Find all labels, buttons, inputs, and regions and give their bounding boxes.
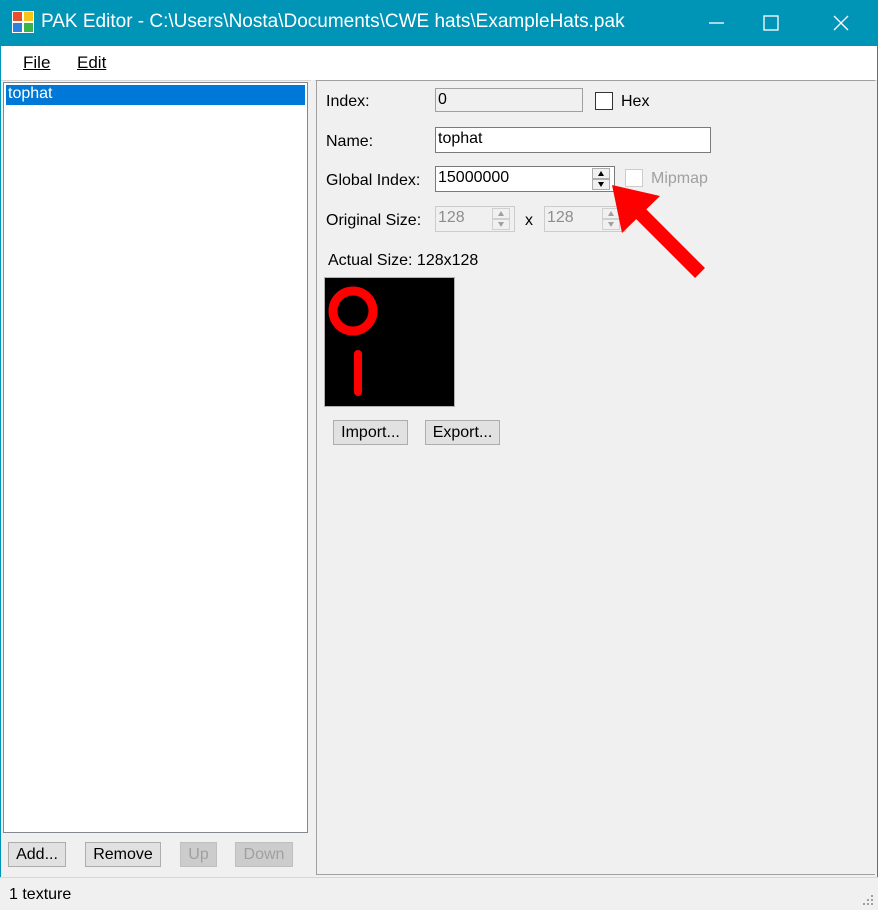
menu-file[interactable]: File xyxy=(23,53,50,73)
original-size-label: Original Size: xyxy=(326,212,422,229)
arrow-up-icon xyxy=(598,171,604,176)
index-field[interactable]: 0 xyxy=(435,88,583,112)
maximize-icon xyxy=(763,15,779,31)
minimize-button[interactable] xyxy=(694,0,740,46)
texture-list[interactable]: tophat xyxy=(3,82,308,833)
annotation-arrow-icon xyxy=(612,185,705,278)
spin-down-button[interactable] xyxy=(492,219,510,230)
add-button[interactable]: Add... xyxy=(8,842,66,867)
name-label: Name: xyxy=(326,133,374,150)
global-index-label: Global Index: xyxy=(326,172,421,189)
global-index-field[interactable]: 15000000 xyxy=(435,166,615,192)
window-border-left xyxy=(0,46,1,909)
texture-preview xyxy=(324,277,455,407)
menu-file-label: File xyxy=(23,53,51,72)
remove-button[interactable]: Remove xyxy=(85,842,161,867)
texture-preview-image xyxy=(328,286,378,396)
hex-label: Hex xyxy=(621,93,650,110)
up-button[interactable]: Up xyxy=(180,842,217,867)
list-item[interactable]: tophat xyxy=(6,85,305,105)
import-button[interactable]: Import... xyxy=(333,420,408,445)
arrow-up-icon xyxy=(498,211,504,216)
status-bar: 1 texture xyxy=(0,877,878,910)
actual-size-text: Actual Size: 128x128 xyxy=(328,252,479,269)
index-label: Index: xyxy=(326,93,370,110)
minimize-icon xyxy=(709,22,724,24)
close-button[interactable] xyxy=(818,0,864,46)
spin-up-button[interactable] xyxy=(592,168,610,179)
status-text: 1 texture xyxy=(9,886,72,903)
maximize-button[interactable] xyxy=(748,0,794,46)
window-title: PAK Editor - C:\Users\Nosta\Documents\CW… xyxy=(41,11,625,32)
spin-up-button[interactable] xyxy=(492,208,510,219)
menu-edit-label: Edit xyxy=(77,53,107,72)
resize-grip-icon[interactable] xyxy=(862,894,874,906)
list-item-label: tophat xyxy=(8,85,53,102)
title-bar: PAK Editor - C:\Users\Nosta\Documents\CW… xyxy=(0,0,878,46)
arrow-down-icon xyxy=(498,222,504,227)
menu-edit[interactable]: Edit xyxy=(77,53,106,73)
original-width-spinner[interactable] xyxy=(492,208,510,230)
name-field[interactable]: tophat xyxy=(435,127,711,153)
close-icon xyxy=(833,15,849,31)
app-icon xyxy=(12,11,34,33)
hex-checkbox[interactable] xyxy=(595,92,613,110)
menu-bar: File Edit xyxy=(0,46,878,81)
properties-panel xyxy=(316,80,875,875)
export-button[interactable]: Export... xyxy=(425,420,500,445)
size-separator: x xyxy=(525,212,533,229)
splitter[interactable] xyxy=(311,80,315,876)
down-button[interactable]: Down xyxy=(235,842,293,867)
